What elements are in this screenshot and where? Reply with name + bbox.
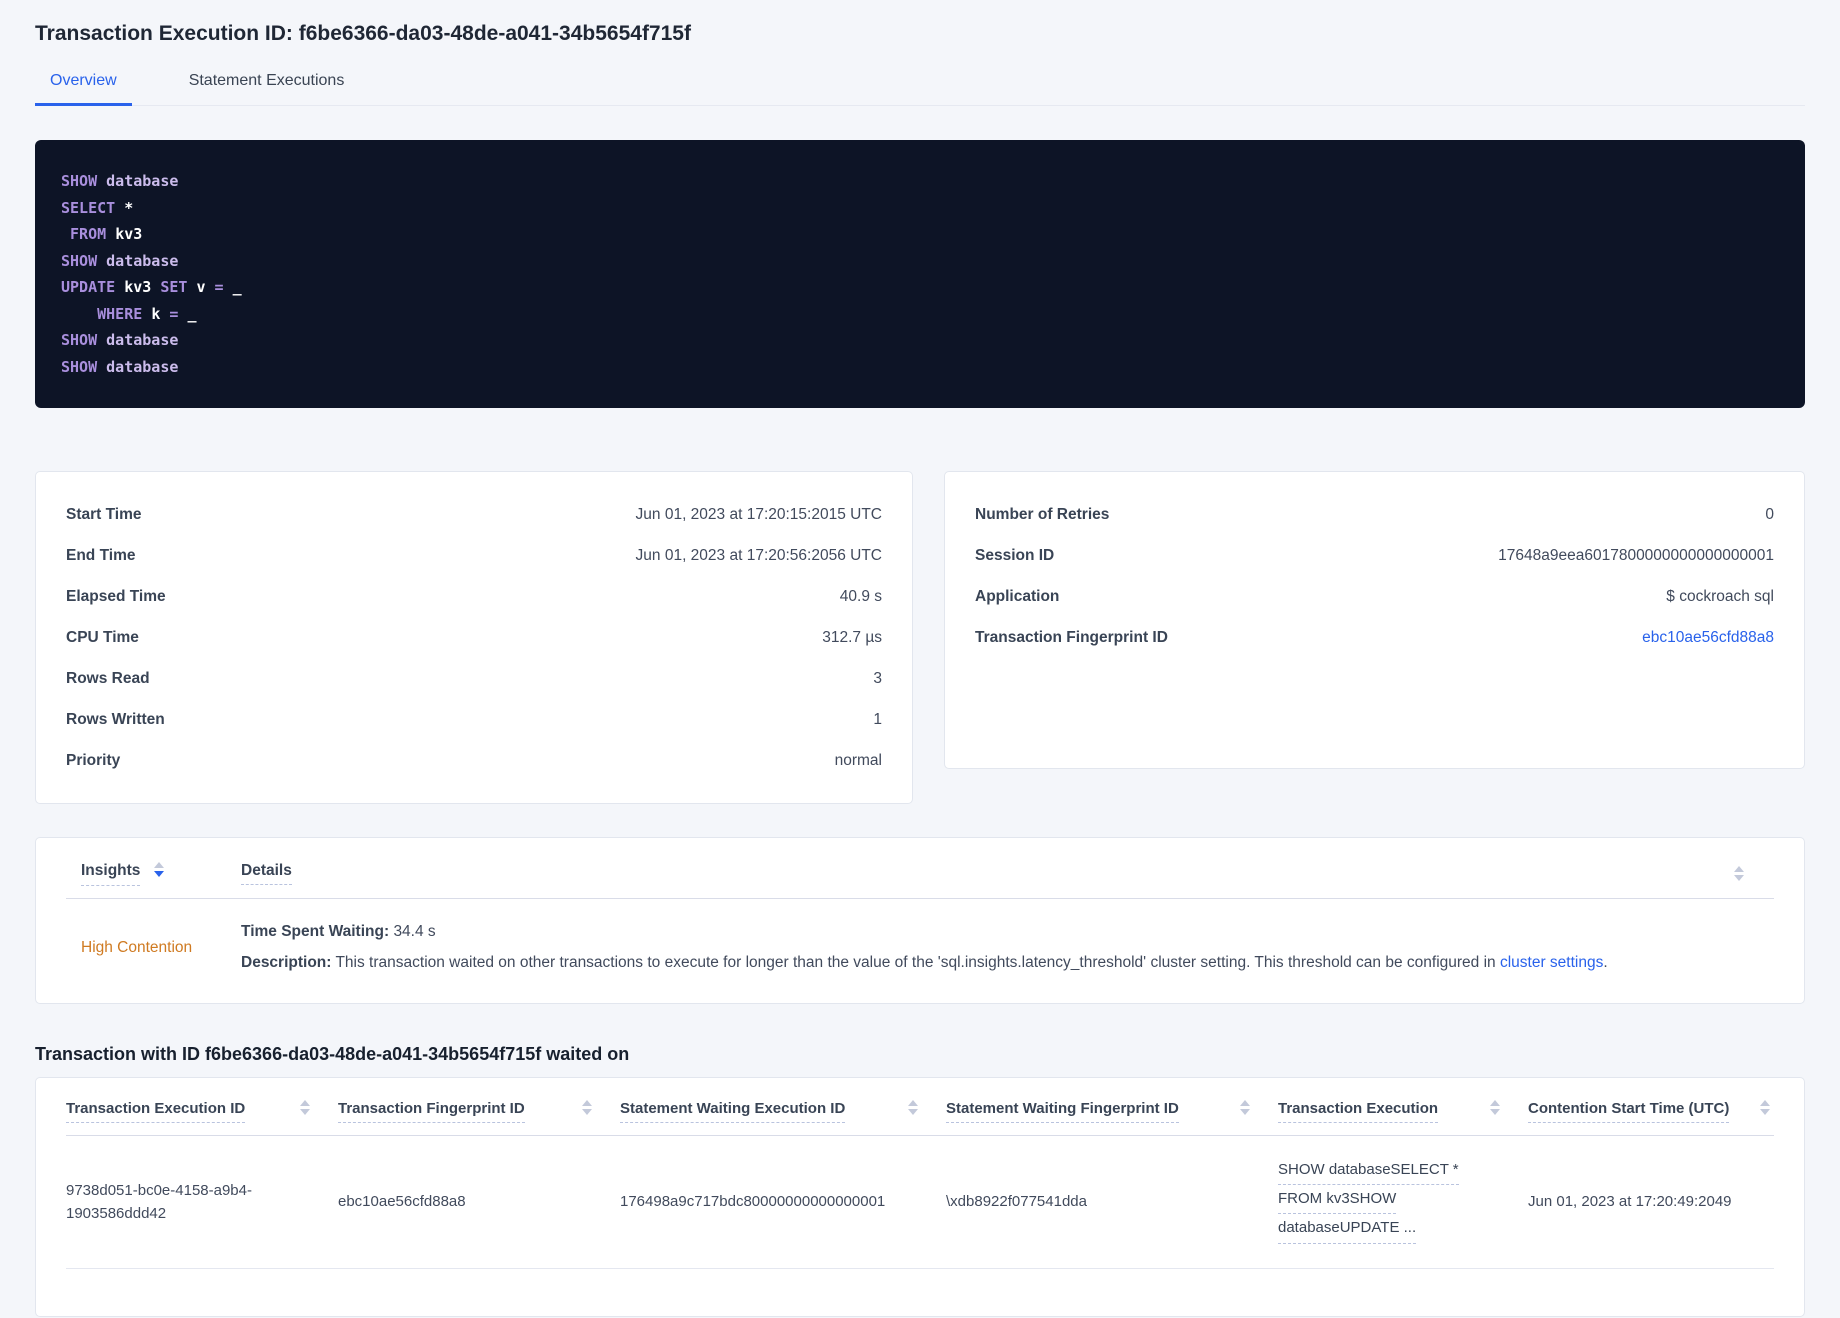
summary-value: 17648a9eea6017800000000000000001 bbox=[1498, 547, 1774, 564]
insights-table-header: Insights Details bbox=[66, 838, 1774, 899]
column-header[interactable]: Transaction Execution bbox=[1278, 1099, 1528, 1123]
insights-table: Insights Details High Contention Time Sp… bbox=[35, 837, 1805, 1004]
cell-transaction-fingerprint-id: ebc10ae56cfd88a8 bbox=[338, 1193, 466, 1211]
sort-icon[interactable] bbox=[582, 1099, 592, 1115]
transaction-execution-statement-link[interactable]: databaseUPDATE ... bbox=[1278, 1216, 1417, 1244]
summary-label: Transaction Fingerprint ID bbox=[975, 629, 1168, 646]
summary-label: Rows Written bbox=[66, 711, 165, 728]
sql-line: UPDATE kv3 SET v = _ bbox=[61, 278, 242, 296]
cell-statement-waiting-execution-id: 176498a9c717bdc80000000000000001 bbox=[620, 1193, 886, 1211]
sql-code-block: SHOW database SELECT * FROM kv3 SHOW datab… bbox=[35, 140, 1805, 408]
cluster-settings-link[interactable]: cluster settings bbox=[1500, 954, 1603, 971]
sql-line: SHOW database bbox=[61, 172, 179, 190]
summary-label: End Time bbox=[66, 547, 136, 564]
insight-row: High Contention Time Spent Waiting: 34.4… bbox=[66, 899, 1774, 1003]
summary-value: normal bbox=[834, 752, 882, 769]
sort-icon[interactable] bbox=[1240, 1099, 1250, 1115]
cell-transaction-execution-link[interactable]: SHOW databaseSELECT * FROM kv3SHOW databas… bbox=[1278, 1158, 1528, 1246]
summary-value: Jun 01, 2023 at 17:20:15:2015 UTC bbox=[635, 506, 882, 523]
summary-value: 3 bbox=[873, 670, 882, 687]
sql-line: SHOW database bbox=[61, 251, 179, 270]
insights-column-header[interactable]: Insights bbox=[66, 862, 226, 886]
column-header[interactable]: Contention Start Time (UTC) bbox=[1528, 1099, 1776, 1123]
sql-line: SELECT * bbox=[61, 198, 134, 217]
sort-icon[interactable] bbox=[1490, 1099, 1500, 1115]
sort-icon[interactable] bbox=[1760, 1099, 1770, 1115]
sql-line: WHERE k = _ bbox=[97, 304, 197, 323]
sql-line: SHOW database bbox=[61, 331, 179, 349]
summary-label: Elapsed Time bbox=[66, 588, 166, 605]
cell-contention-start-time: Jun 01, 2023 at 17:20:49:2049 bbox=[1528, 1193, 1732, 1211]
page-title: Transaction Execution ID: f6be6366-da03-… bbox=[35, 22, 691, 45]
summary-row: Rows Written 1 bbox=[66, 699, 882, 740]
details-column-header[interactable]: Details bbox=[226, 862, 1774, 885]
summary-row: Priority normal bbox=[66, 740, 882, 781]
tab-bar: Overview Statement Executions bbox=[35, 62, 1805, 106]
summary-label: Rows Read bbox=[66, 670, 150, 687]
sql-line: SHOW database bbox=[61, 357, 179, 376]
summary-value: 1 bbox=[873, 711, 882, 728]
summary-value: $ cockroach sql bbox=[1666, 588, 1774, 605]
summary-label: Session ID bbox=[975, 547, 1055, 564]
summary-row: Application $ cockroach sql bbox=[975, 576, 1774, 617]
sort-icon[interactable] bbox=[1734, 866, 1744, 881]
transaction-execution-statement-link[interactable]: FROM kv3SHOW bbox=[1278, 1187, 1397, 1215]
column-header[interactable]: Statement Waiting Fingerprint ID bbox=[946, 1099, 1278, 1123]
waited-on-table-header: Transaction Execution ID Transaction Fing… bbox=[66, 1078, 1774, 1136]
transaction-meta-card: Number of Retries 0 Session ID 17648a9eea60… bbox=[944, 471, 1805, 769]
sort-icon[interactable] bbox=[154, 862, 165, 877]
summary-label: CPU Time bbox=[66, 629, 139, 646]
sort-icon[interactable] bbox=[300, 1099, 310, 1115]
description-label: Description: bbox=[241, 954, 332, 972]
insight-badge: High Contention bbox=[81, 938, 193, 956]
sql-line: FROM kv3 bbox=[70, 225, 143, 243]
insight-details: Time Spent Waiting: 34.4 s Description: … bbox=[241, 923, 1608, 972]
summary-row: Session ID 17648a9eea60178000000000000000… bbox=[975, 535, 1774, 576]
transaction-execution-statement-link[interactable]: SHOW databaseSELECT * bbox=[1278, 1158, 1459, 1186]
tab-overview[interactable]: Overview bbox=[35, 62, 132, 106]
waited-on-heading: Transaction with ID f6be6366-da03-48de-a… bbox=[35, 1043, 630, 1064]
summary-label: Number of Retries bbox=[975, 506, 1110, 523]
waiting-time-label: Time Spent Waiting: bbox=[241, 923, 390, 940]
column-header[interactable]: Transaction Fingerprint ID bbox=[338, 1099, 620, 1123]
cell-statement-waiting-fingerprint-id: \xdb8922f077541dda bbox=[946, 1193, 1087, 1211]
cell-transaction-execution-id: 9738d051-bc0e-4158-a9b4-1903586ddd42 bbox=[66, 1181, 252, 1222]
summary-row: Rows Read 3 bbox=[66, 658, 882, 699]
summary-cards-row: Start Time Jun 01, 2023 at 17:20:15:2015 … bbox=[35, 471, 1805, 804]
waiting-time-value: 34.4 s bbox=[393, 923, 436, 940]
transaction-details-page: Transaction Execution ID: f6be6366-da03-… bbox=[0, 0, 1840, 1317]
column-header[interactable]: Statement Waiting Execution ID bbox=[620, 1099, 946, 1123]
summary-row: Transaction Fingerprint ID ebc10ae56cfd88… bbox=[975, 617, 1774, 658]
summary-value: 40.9 s bbox=[839, 588, 882, 605]
summary-value: 0 bbox=[1765, 506, 1774, 523]
summary-label: Priority bbox=[66, 752, 121, 769]
summary-value: 312.7 µs bbox=[822, 629, 882, 646]
summary-row: Number of Retries 0 bbox=[975, 494, 1774, 535]
transaction-fingerprint-link[interactable]: ebc10ae56cfd88a8 bbox=[1642, 617, 1774, 658]
tab-statement-executions[interactable]: Statement Executions bbox=[174, 62, 360, 105]
waited-on-table-row: 9738d051-bc0e-4158-a9b4-1903586ddd42 ebc… bbox=[66, 1136, 1774, 1269]
summary-row: End Time Jun 01, 2023 at 17:20:56:2056 UT… bbox=[66, 535, 882, 576]
summary-value: Jun 01, 2023 at 17:20:56:2056 UTC bbox=[635, 547, 882, 564]
sort-icon[interactable] bbox=[908, 1099, 918, 1115]
summary-label: Application bbox=[975, 588, 1060, 605]
summary-row: Elapsed Time 40.9 s bbox=[66, 576, 882, 617]
transaction-timing-card: Start Time Jun 01, 2023 at 17:20:15:2015 … bbox=[35, 471, 913, 804]
summary-row: CPU Time 312.7 µs bbox=[66, 617, 882, 658]
summary-label: Start Time bbox=[66, 506, 142, 523]
description-text: This transaction waited on other transac… bbox=[335, 954, 1500, 972]
summary-row: Start Time Jun 01, 2023 at 17:20:15:2015 … bbox=[66, 494, 882, 535]
column-header[interactable]: Transaction Execution ID bbox=[66, 1099, 338, 1123]
waited-on-table: Transaction Execution ID Transaction Fing… bbox=[35, 1076, 1805, 1317]
